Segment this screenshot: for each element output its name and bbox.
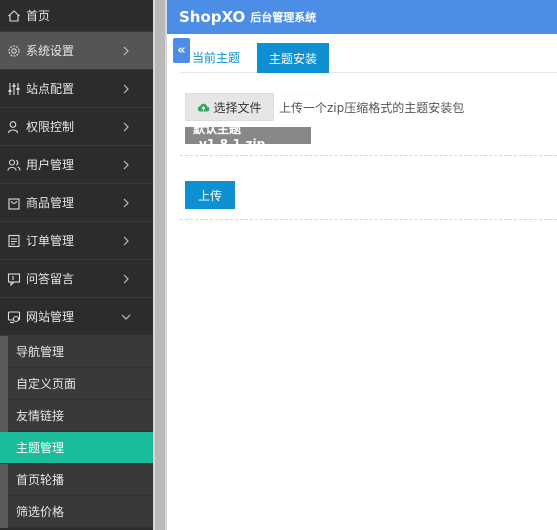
sidebar-item-label: 网站管理 xyxy=(26,310,75,324)
sidebar-item-label: 站点配置 xyxy=(26,82,75,96)
chat-icon xyxy=(7,272,21,286)
sidebar-item-qa[interactable]: 问答留言 xyxy=(0,260,153,298)
chevron-right-icon xyxy=(121,198,131,208)
selected-file-name: 默认主题_v1.8.1.zip xyxy=(185,122,311,151)
sidebar-item-system-settings[interactable]: 系统设置 xyxy=(0,32,153,70)
sub-item-navigation[interactable]: 导航管理 xyxy=(0,336,153,368)
chevron-right-icon xyxy=(121,122,131,132)
sidebar-item-label: 系统设置 xyxy=(26,44,75,58)
sub-item-theme[interactable]: 主题管理 xyxy=(0,432,153,464)
web-icon xyxy=(7,310,21,324)
sub-item-links[interactable]: 友情链接 xyxy=(0,400,153,432)
sidebar-scrollbar[interactable] xyxy=(153,0,167,530)
document-icon xyxy=(7,234,21,248)
chevron-right-icon xyxy=(121,84,131,94)
sidebar-item-label: 订单管理 xyxy=(26,234,75,248)
tab-theme-install[interactable]: 主题安装 xyxy=(257,43,329,73)
sidebar: 首页 系统设置 站点配置 权限控制 用户管理 商品管理 订单管理 问答留言 网站… xyxy=(0,0,153,530)
sidebar-item-goods[interactable]: 商品管理 xyxy=(0,184,153,222)
bag-icon xyxy=(7,196,21,210)
form-divider xyxy=(180,219,557,220)
double-chevron-left-icon: « xyxy=(177,43,186,58)
chevron-right-icon xyxy=(121,274,131,284)
sub-item-label: 主题管理 xyxy=(16,441,65,455)
sub-item-label: 筛选价格 xyxy=(16,505,65,519)
tab-bar: 当前主题 主题安装 xyxy=(180,43,557,73)
sub-item-label: 友情链接 xyxy=(16,409,65,423)
sidebar-item-orders[interactable]: 订单管理 xyxy=(0,222,153,260)
home-icon xyxy=(7,9,21,23)
upload-hint: 上传一个zip压缩格式的主题安装包 xyxy=(279,101,465,115)
top-header: ShopXO 后台管理系统 xyxy=(167,0,557,34)
choose-file-button[interactable]: 选择文件 xyxy=(185,93,274,121)
sidebar-item-users[interactable]: 用户管理 xyxy=(0,146,153,184)
tab-current-theme[interactable]: 当前主题 xyxy=(192,43,240,72)
chevron-right-icon xyxy=(121,160,131,170)
website-submenu: 导航管理 自定义页面 友情链接 主题管理 首页轮播 筛选价格 xyxy=(0,336,153,528)
chevron-right-icon xyxy=(121,46,131,56)
cloud-upload-icon xyxy=(198,103,210,111)
sub-item-custom-page[interactable]: 自定义页面 xyxy=(0,368,153,400)
sidebar-item-label: 用户管理 xyxy=(26,158,75,172)
scrollbar-thumb[interactable] xyxy=(155,0,165,530)
sub-item-price-filter[interactable]: 筛选价格 xyxy=(0,496,153,528)
user-icon xyxy=(7,120,21,134)
sub-item-label: 自定义页面 xyxy=(16,377,77,391)
sidebar-item-label: 问答留言 xyxy=(26,272,75,286)
brand-subtitle: 后台管理系统 xyxy=(250,11,317,24)
gear-icon xyxy=(7,44,21,58)
sidebar-item-website[interactable]: 网站管理 xyxy=(0,298,153,336)
sidebar-item-label: 权限控制 xyxy=(26,120,75,134)
sidebar-item-permissions[interactable]: 权限控制 xyxy=(0,108,153,146)
form-divider xyxy=(180,155,557,156)
sidebar-item-home[interactable]: 首页 xyxy=(0,0,153,32)
sidebar-item-label: 商品管理 xyxy=(26,196,75,210)
sub-item-label: 首页轮播 xyxy=(16,473,65,487)
upload-button[interactable]: 上传 xyxy=(185,181,235,209)
users-icon xyxy=(7,158,21,172)
sub-item-label: 导航管理 xyxy=(16,345,65,359)
brand-logo: ShopXO xyxy=(179,8,246,26)
chevron-right-icon xyxy=(121,236,131,246)
sidebar-collapse-button[interactable]: « xyxy=(173,38,190,63)
sub-item-slider[interactable]: 首页轮播 xyxy=(0,464,153,496)
sidebar-item-label: 首页 xyxy=(26,9,51,23)
sliders-icon xyxy=(7,82,21,96)
chevron-down-icon xyxy=(121,312,131,322)
sidebar-item-site-config[interactable]: 站点配置 xyxy=(0,70,153,108)
choose-file-label: 选择文件 xyxy=(213,100,262,115)
